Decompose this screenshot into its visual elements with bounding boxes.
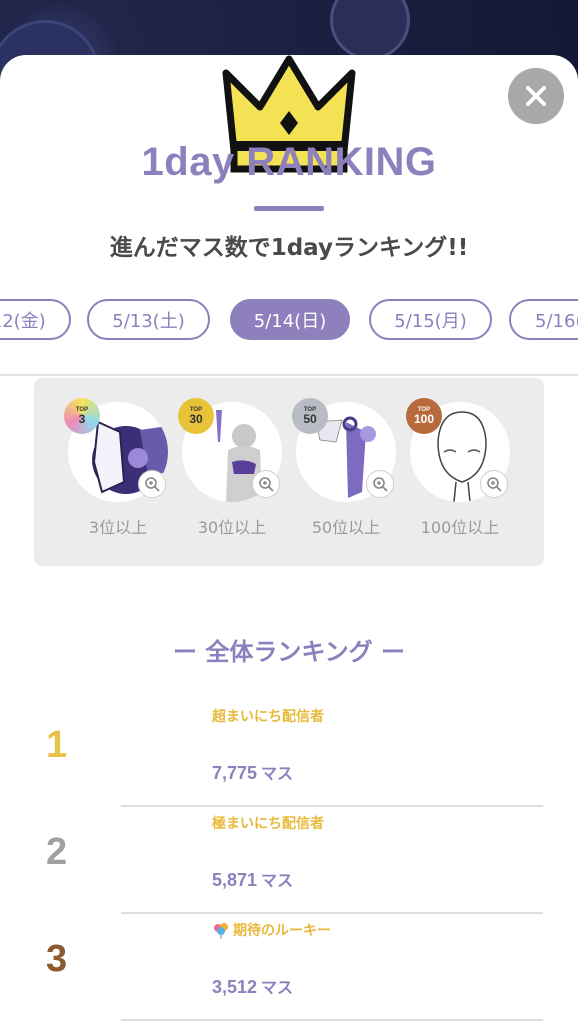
title-underline bbox=[254, 206, 324, 211]
date-tabs: 5/12(金) 5/13(土) 5/14(日) 5/15(月) 5/16(火) bbox=[0, 299, 578, 341]
close-icon bbox=[526, 86, 546, 106]
rank-number: 1 bbox=[46, 724, 68, 766]
rank-number: 3 bbox=[46, 938, 68, 980]
top50-badge-icon: TOP 50 bbox=[292, 398, 328, 434]
reward-item-top30[interactable]: TOP 30 30位以上 bbox=[178, 398, 292, 552]
zoom-icon[interactable] bbox=[138, 470, 166, 498]
date-tab[interactable]: 5/13(土) bbox=[87, 299, 210, 340]
rank-title-badge: 期待のルーキー bbox=[212, 920, 331, 940]
reward-label: 3位以上 bbox=[88, 518, 148, 537]
page-title: 1day RANKING bbox=[141, 140, 437, 184]
top3-badge-icon: TOP 3 bbox=[64, 398, 100, 434]
date-tab[interactable]: 5/15(月) bbox=[369, 299, 492, 340]
row-divider bbox=[121, 1019, 543, 1021]
score-value: 5,871 bbox=[212, 870, 258, 890]
rank-title-label: 極まいにち配信者 bbox=[212, 816, 324, 832]
zoom-icon[interactable] bbox=[480, 470, 508, 498]
zoom-icon[interactable] bbox=[252, 470, 280, 498]
rank-score: 5,871 マス bbox=[212, 867, 293, 891]
rank-number: 2 bbox=[46, 831, 68, 873]
top30-badge-icon: TOP 30 bbox=[178, 398, 214, 434]
date-tab-active[interactable]: 5/14(日) bbox=[230, 299, 350, 340]
page-subtitle: 進んだマス数で1dayランキング!! bbox=[109, 235, 469, 261]
top100-badge-icon: TOP 100 bbox=[406, 398, 442, 434]
rank-score: 7,775 マス bbox=[212, 760, 293, 784]
date-tab[interactable]: 5/16(火) bbox=[509, 299, 578, 340]
ranking-row[interactable]: 1 超まいにち配信者 7,775 マス bbox=[0, 700, 578, 807]
reward-label: 100位以上 bbox=[420, 518, 500, 537]
ranking-row[interactable]: 3 期待のルーキー 3,512 マス bbox=[0, 914, 578, 1021]
close-button[interactable] bbox=[508, 68, 564, 124]
balloon-icon bbox=[214, 923, 228, 939]
zoom-icon[interactable] bbox=[366, 470, 394, 498]
score-unit: マス bbox=[261, 764, 294, 783]
rewards-panel: TOP 3 3位以上 TOP 30 30位以上 TOP 50 50位以上 TOP… bbox=[34, 378, 544, 566]
score-value: 7,775 bbox=[212, 763, 258, 783]
reward-label: 30位以上 bbox=[197, 518, 267, 537]
ranking-section-title: ー 全体ランキング ー bbox=[173, 638, 405, 666]
reward-item-top50[interactable]: TOP 50 50位以上 bbox=[292, 398, 406, 552]
ranking-row[interactable]: 2 極まいにち配信者 5,871 マス bbox=[0, 807, 578, 914]
score-value: 3,512 bbox=[212, 977, 258, 997]
tabs-divider bbox=[0, 374, 578, 376]
rank-title-label: 期待のルーキー bbox=[233, 923, 331, 939]
reward-item-top100[interactable]: TOP 100 100位以上 bbox=[406, 398, 520, 552]
reward-label: 50位以上 bbox=[311, 518, 381, 537]
reward-item-top3[interactable]: TOP 3 3位以上 bbox=[64, 398, 178, 552]
rank-score: 3,512 マス bbox=[212, 974, 293, 998]
score-unit: マス bbox=[261, 871, 294, 890]
rank-title-badge: 極まいにち配信者 bbox=[212, 813, 324, 833]
score-unit: マス bbox=[261, 978, 294, 997]
rank-title-label: 超まいにち配信者 bbox=[212, 709, 324, 725]
date-tab[interactable]: 5/12(金) bbox=[0, 299, 71, 340]
rank-title-badge: 超まいにち配信者 bbox=[212, 706, 324, 726]
